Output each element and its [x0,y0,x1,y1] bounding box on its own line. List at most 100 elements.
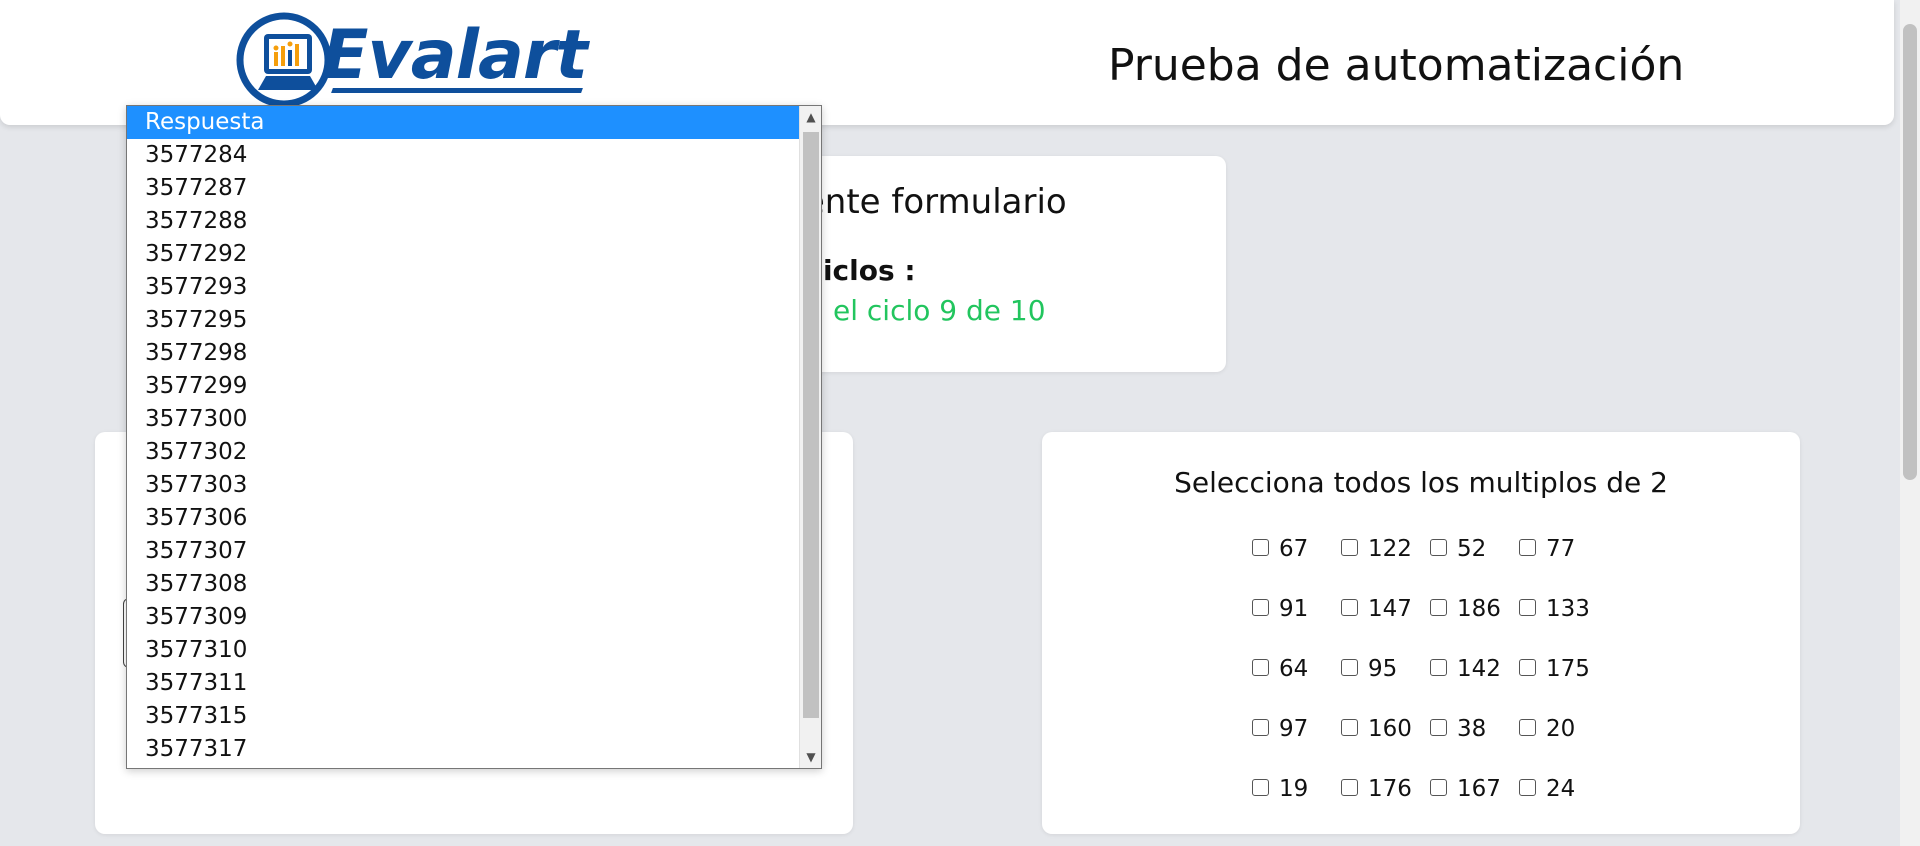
checkbox-label: 147 [1368,596,1412,622]
dropdown-option[interactable]: 3577310 [127,634,799,667]
checkbox[interactable] [1519,538,1536,556]
checkbox-option[interactable]: 19 [1252,772,1341,806]
dropdown-option[interactable]: 3577284 [127,139,799,172]
page-scrollbar[interactable] [1900,0,1920,846]
checkbox-option[interactable]: 95 [1341,652,1430,686]
checkbox-row: 19 176 167 24 [1252,772,1612,832]
question-title: Selecciona todos los multiplos de 2 [1174,466,1668,499]
checkbox[interactable] [1430,658,1447,676]
checkbox-option[interactable]: 122 [1341,532,1430,566]
checkbox[interactable] [1252,598,1269,616]
dropdown-option[interactable]: 3577307 [127,535,799,568]
answer-dropdown-list[interactable]: Respuesta 3577284 3577287 3577288 357729… [126,105,822,769]
page: Evalart Prueba de automatización e el si… [0,0,1920,846]
checkbox-grid: 67 122 52 77 91 147 186 133 64 95 142 17… [1252,532,1612,832]
dropdown-option[interactable]: 3577288 [127,205,799,238]
checkbox-option[interactable]: 38 [1430,712,1519,746]
checkbox-option[interactable]: 160 [1341,712,1430,746]
dropdown-option[interactable]: 3577303 [127,469,799,502]
checkbox-label: 176 [1368,776,1412,802]
logo-underline [331,88,583,93]
dropdown-option[interactable]: 3577299 [127,370,799,403]
dropdown-option[interactable]: 3577298 [127,337,799,370]
checkbox-label: 91 [1279,596,1309,622]
checkbox-label: 167 [1457,776,1501,802]
checkbox[interactable] [1341,598,1358,616]
checkbox[interactable] [1252,658,1269,676]
checkbox-option[interactable]: 97 [1252,712,1341,746]
checkbox-option[interactable]: 133 [1519,592,1608,626]
dropdown-option[interactable]: 3577295 [127,304,799,337]
checkbox-label: 133 [1546,596,1590,622]
checkbox-row: 91 147 186 133 [1252,592,1612,652]
checkbox[interactable] [1341,538,1358,556]
logo-wordmark: Evalart [322,16,588,95]
checkbox[interactable] [1519,778,1536,796]
checkbox-label: 77 [1546,536,1576,562]
dropdown-option[interactable]: 3577293 [127,271,799,304]
checkbox-label: 24 [1546,776,1576,802]
checkbox[interactable] [1252,718,1269,736]
scroll-up-arrow-icon[interactable]: ▲ [800,106,821,128]
dropdown-option[interactable]: 3577311 [127,667,799,700]
checkbox-label: 186 [1457,596,1501,622]
checkbox-label: 19 [1279,776,1309,802]
checkbox[interactable] [1252,778,1269,796]
dropdown-options: Respuesta 3577284 3577287 3577288 357729… [127,106,799,766]
dropdown-option[interactable]: 3577315 [127,700,799,733]
checkbox-option[interactable]: 52 [1430,532,1519,566]
checkbox-label: 142 [1457,656,1501,682]
checkbox-option[interactable]: 147 [1341,592,1430,626]
checkbox-option[interactable]: 176 [1341,772,1430,806]
dropdown-option[interactable]: Respuesta [127,106,799,139]
checkbox[interactable] [1430,538,1447,556]
checkbox-label: 20 [1546,716,1576,742]
checkbox-option[interactable]: 67 [1252,532,1341,566]
checkbox[interactable] [1430,718,1447,736]
dropdown-option[interactable]: 3577306 [127,502,799,535]
scroll-down-arrow-icon[interactable]: ▼ [800,746,821,768]
dropdown-option[interactable]: 3577317 [127,733,799,766]
checkbox-option[interactable]: 167 [1430,772,1519,806]
checkbox-label: 67 [1279,536,1309,562]
checkbox-row: 97 160 38 20 [1252,712,1612,772]
dropdown-scrollbar-thumb[interactable] [803,132,819,718]
checkbox-option[interactable]: 186 [1430,592,1519,626]
checkbox[interactable] [1519,658,1536,676]
checkbox-option[interactable]: 64 [1252,652,1341,686]
checkbox-label: 64 [1279,656,1309,682]
dropdown-option[interactable]: 3577309 [127,601,799,634]
checkbox-option[interactable]: 175 [1519,652,1608,686]
checkbox-option[interactable]: 77 [1519,532,1608,566]
checkbox-label: 52 [1457,536,1487,562]
checkbox[interactable] [1430,598,1447,616]
dropdown-option[interactable]: 3577308 [127,568,799,601]
checkbox-option[interactable]: 91 [1252,592,1341,626]
checkbox[interactable] [1341,718,1358,736]
checkbox[interactable] [1341,778,1358,796]
checkbox-label: 175 [1546,656,1590,682]
page-title: Prueba de automatización [1108,40,1685,91]
dropdown-option[interactable]: 3577287 [127,172,799,205]
evalart-logo: Evalart [236,10,596,110]
page-scrollbar-thumb[interactable] [1903,24,1917,480]
checkbox-option[interactable]: 142 [1430,652,1519,686]
checkbox-row: 67 122 52 77 [1252,532,1612,592]
checkbox[interactable] [1341,658,1358,676]
checkbox-label: 38 [1457,716,1487,742]
dropdown-option[interactable]: 3577300 [127,403,799,436]
checkbox-option[interactable]: 24 [1519,772,1608,806]
checkbox-label: 97 [1279,716,1309,742]
checkbox[interactable] [1430,778,1447,796]
checkbox-label: 160 [1368,716,1412,742]
dropdown-scrollbar[interactable]: ▲ ▼ [799,106,821,768]
checkbox-label: 95 [1368,656,1398,682]
checkbox-row: 64 95 142 175 [1252,652,1612,712]
checkbox-option[interactable]: 20 [1519,712,1608,746]
dropdown-option[interactable]: 3577302 [127,436,799,469]
checkbox[interactable] [1519,598,1536,616]
checkbox[interactable] [1519,718,1536,736]
dropdown-option[interactable]: 3577292 [127,238,799,271]
checkbox-question-card: Selecciona todos los multiplos de 2 67 1… [1042,432,1800,834]
checkbox[interactable] [1252,538,1269,556]
